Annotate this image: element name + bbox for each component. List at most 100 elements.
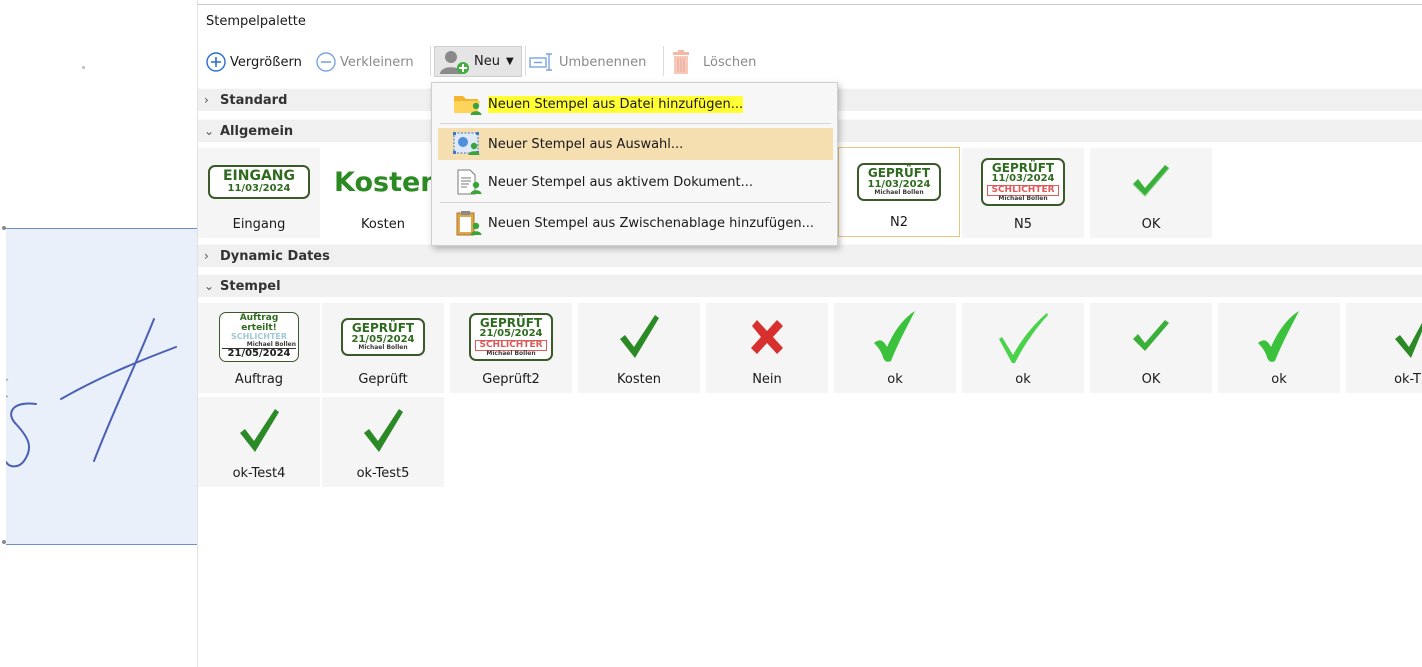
section-stempel[interactable]: ⌄ Stempel (198, 274, 1422, 297)
shrink-button[interactable]: Verkleinern (316, 44, 414, 80)
stamp-image (1346, 307, 1422, 367)
tile-label: ok (887, 372, 903, 387)
new-stamp-button[interactable]: Neu ▼ (434, 46, 522, 77)
user-add-icon (440, 50, 469, 74)
stamp-tile-ok-test5[interactable]: ok-Test5 (322, 397, 444, 487)
section-dynamic-dates[interactable]: › Dynamic Dates (198, 244, 1422, 267)
document-page[interactable] (6, 228, 197, 545)
page-marker (82, 66, 85, 69)
tile-label: Auftrag (234, 372, 284, 387)
tile-label: ok (1015, 372, 1031, 387)
plus-circle-icon (206, 52, 226, 72)
stamp-tile-kosten-check[interactable]: Kosten (578, 303, 700, 393)
stamp-tile-ok-1[interactable]: ok (834, 303, 956, 393)
stamp-tile-gepruft[interactable]: GEPRÜFT 21/05/2024 Michael Bollen Geprüf… (322, 303, 444, 393)
stamp-image: GEPRÜFT 21/05/2024 Michael Bollen (322, 307, 444, 367)
stamp-tile-ok[interactable]: OK (1090, 148, 1212, 238)
check-mark-icon (999, 313, 1048, 363)
stamp-date: 11/03/2024 (991, 173, 1055, 185)
new-label: Neu (474, 54, 500, 69)
enlarge-label: Vergrößern (230, 54, 302, 70)
stamp-image: GEPRÜFT 11/03/2024 Michael Bollen (839, 152, 959, 212)
chevron-right-icon: › (204, 249, 209, 263)
document-preview (0, 0, 197, 667)
stamp-date: 21/05/2024 (479, 328, 543, 340)
stamp-tile-nein[interactable]: Nein (706, 303, 828, 393)
stamp-tile-eingang[interactable]: EINGANG 11/03/2024 Eingang (198, 148, 320, 238)
check-mark-icon (620, 315, 659, 358)
check-mark-icon (1132, 165, 1170, 197)
tile-label: ok-Test4 (232, 466, 286, 481)
tile-label: ok (1271, 372, 1287, 387)
rename-label: Umbenennen (559, 54, 647, 70)
menu-item-label: Neuen Stempel aus Zwischenablage hinzufü… (488, 215, 815, 231)
chevron-down-icon: ⌄ (204, 279, 215, 293)
stamp-signature: Michael Bollen (358, 344, 408, 352)
tile-label: N5 (1014, 217, 1032, 232)
tile-label: OK (1141, 217, 1161, 232)
tile-label: OK (1141, 372, 1161, 387)
chevron-down-icon: ⌄ (204, 124, 215, 138)
stamp-image (1090, 152, 1212, 212)
menu-item-from-clipboard[interactable]: Neuen Stempel aus Zwischenablage hinzufü… (438, 207, 833, 239)
section-stempel-label: Stempel (220, 278, 281, 294)
stamp-tile-ok-3[interactable]: OK (1090, 303, 1212, 393)
check-mark-icon (1258, 311, 1299, 362)
menu-separator (440, 202, 831, 203)
stamp-signature: Michael Bollen (998, 195, 1048, 203)
stamp-tile-kosten[interactable]: Kosten Kosten (322, 148, 444, 238)
check-mark-icon (1133, 320, 1169, 351)
section-standard-label: Standard (220, 92, 288, 108)
toolbar-separator (663, 46, 664, 76)
handwriting-signature (6, 318, 177, 468)
stamp-image: EINGANG 11/03/2024 (198, 152, 320, 212)
stamp-image (962, 307, 1084, 367)
stamp-image: GEPRÜFT 21/05/2024 SCHLICHTER Michael Bo… (450, 307, 572, 367)
menu-item-label: Neuer Stempel aus Auswahl... (488, 136, 684, 152)
stamp-image (198, 401, 320, 461)
menu-separator (440, 123, 831, 124)
stamp-title: Auftrag erteilt! (239, 313, 279, 333)
menu-item-from-selection[interactable]: Neuer Stempel aus Auswahl... (438, 128, 833, 160)
menu-item-from-document[interactable]: Neuer Stempel aus aktivem Dokument... (438, 166, 833, 198)
tile-label: Eingang (232, 217, 286, 232)
stamp-image (322, 401, 444, 461)
stamp-tile-n2[interactable]: GEPRÜFT 11/03/2024 Michael Bollen N2 (838, 147, 960, 237)
x-mark-icon (751, 320, 783, 354)
stamp-signature: Michael Bollen (874, 189, 924, 197)
stamp-signature: Michael Bollen (486, 350, 536, 358)
tile-label: N2 (890, 215, 908, 230)
tile-label: Geprüft (358, 372, 408, 387)
panel-title: Stempelpalette (206, 14, 306, 29)
tile-label: Nein (752, 372, 782, 387)
rename-button[interactable]: Umbenennen (529, 44, 646, 80)
check-mark-icon (874, 311, 915, 362)
selection-user-icon (453, 132, 480, 155)
stamp-tile-n5[interactable]: GEPRÜFT 11/03/2024 SCHLICHTER Michael Bo… (962, 148, 1084, 238)
section-dynamic-dates-label: Dynamic Dates (220, 248, 330, 264)
tile-label: Kosten (617, 372, 661, 387)
stamp-title: EINGANG (222, 168, 296, 185)
stamp-tile-ok-4[interactable]: ok (1218, 303, 1340, 393)
check-mark-icon (1395, 322, 1422, 358)
menu-item-from-file[interactable]: Neuen Stempel aus Datei hinzufügen... (438, 88, 833, 120)
trash-icon (673, 50, 689, 74)
stamp-tile-auftrag[interactable]: Auftrag erteilt! SCHLICHTER Michael Boll… (198, 303, 320, 393)
stamp-tile-ok-test4[interactable]: ok-Test4 (198, 397, 320, 487)
kosten-stamp-text: Kosten (334, 166, 440, 198)
stamp-image (1218, 307, 1340, 367)
stamp-tile-gepruft2[interactable]: GEPRÜFT 21/05/2024 SCHLICHTER Michael Bo… (450, 303, 572, 393)
delete-button[interactable]: Löschen (669, 44, 756, 80)
rename-icon (529, 53, 552, 71)
stamp-tile-ok-t[interactable]: ok-T (1346, 303, 1422, 393)
minus-circle-icon (316, 52, 336, 72)
stamp-tile-ok-2[interactable]: ok (962, 303, 1084, 393)
panel-top-border (198, 4, 1422, 5)
stamp-title: GEPRÜFT (867, 166, 931, 181)
clipboard-user-icon (456, 211, 482, 236)
folder-user-icon (454, 96, 482, 115)
menu-item-label: Neuen Stempel aus Datei hinzufügen... (488, 95, 744, 113)
enlarge-button[interactable]: Vergrößern (206, 44, 302, 80)
document-user-icon (457, 169, 482, 195)
check-mark-icon (240, 409, 279, 452)
